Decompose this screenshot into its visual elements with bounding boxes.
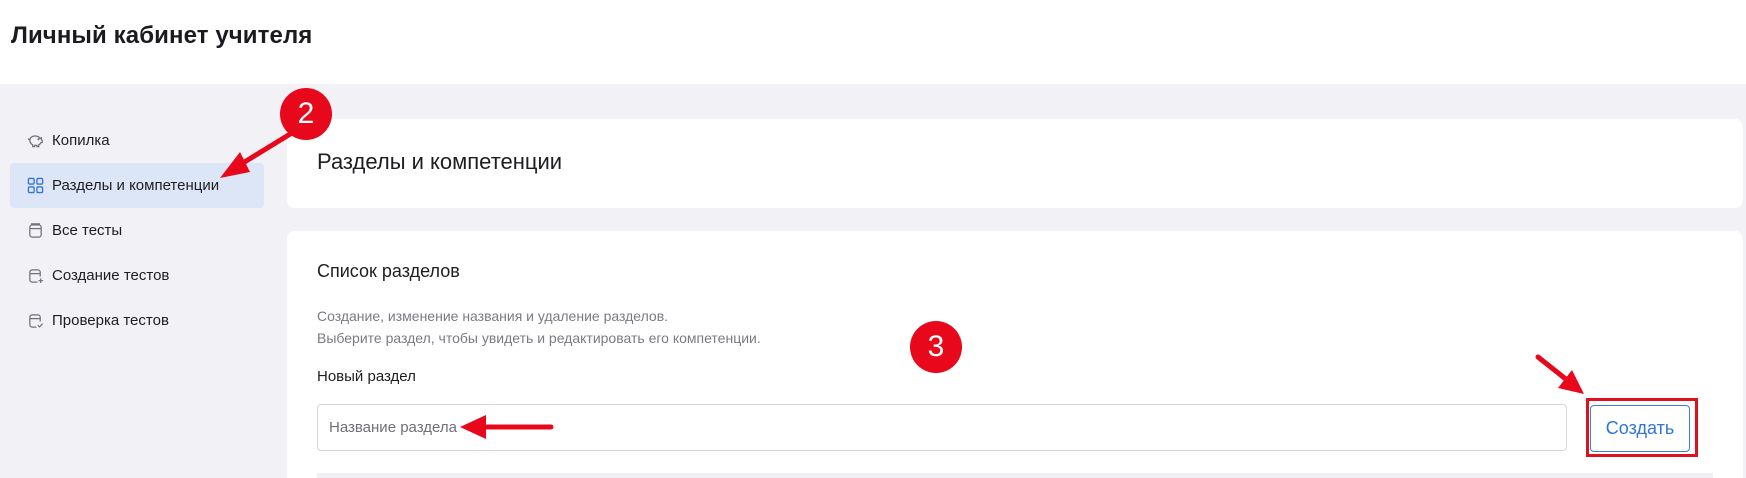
top-bar: Личный кабинет учителя	[0, 0, 1746, 84]
sidebar-item-label: Проверка тестов	[52, 312, 169, 329]
sections-description: Создание, изменение названия и удаление …	[317, 305, 761, 349]
sidebar-item-label: Создание тестов	[52, 267, 170, 284]
sections-list-divider	[317, 473, 1713, 478]
sidebar-item-sections[interactable]: Разделы и компетенции	[10, 163, 264, 208]
sidebar-item-create-tests[interactable]: Создание тестов	[10, 253, 264, 298]
sidebar-item-label: Копилка	[52, 132, 110, 149]
step-badge-3: 3	[910, 321, 962, 373]
sidebar-item-check-tests[interactable]: Проверка тестов	[10, 298, 264, 343]
page-title: Разделы и компетенции	[317, 149, 563, 174]
test-check-icon	[27, 312, 44, 329]
sidebar: Копилка Разделы и компетенции Все тесты	[10, 118, 264, 343]
page-title-card: Разделы и компетенции	[287, 119, 1743, 208]
tests-icon	[27, 222, 44, 239]
step-badge-2: 2	[280, 88, 332, 140]
sidebar-item-label: Все тесты	[52, 222, 123, 239]
test-add-icon	[27, 267, 44, 284]
section-name-input[interactable]	[317, 404, 1567, 451]
description-line: Выберите раздел, чтобы увидеть и редакти…	[317, 330, 761, 346]
sections-heading: Список разделов	[317, 261, 460, 281]
piggy-bank-icon	[27, 132, 44, 149]
sidebar-item-all-tests[interactable]: Все тесты	[10, 208, 264, 253]
app-title: Личный кабинет учителя	[11, 22, 313, 49]
create-button[interactable]: Создать	[1590, 405, 1690, 452]
sidebar-item-piggy-bank[interactable]: Копилка	[10, 118, 264, 163]
grid-icon	[27, 177, 44, 194]
description-line: Создание, изменение названия и удаление …	[317, 308, 669, 324]
sections-card: Список разделов Создание, изменение назв…	[287, 231, 1743, 478]
sidebar-item-label: Разделы и компетенции	[52, 177, 220, 194]
new-section-label: Новый раздел	[317, 368, 416, 385]
